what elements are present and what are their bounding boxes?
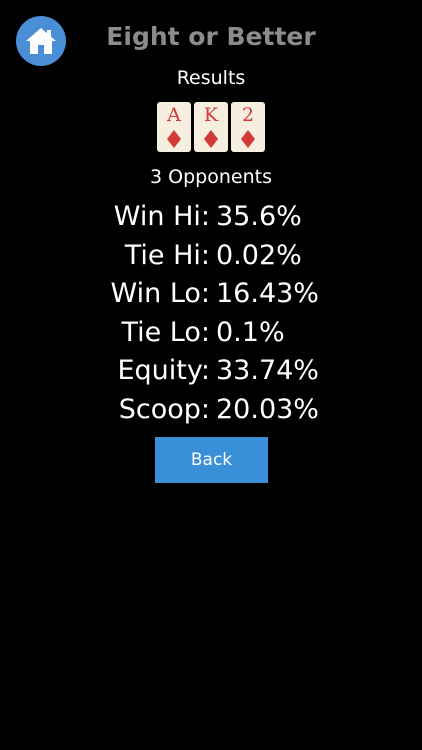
stat-row-win-lo: Win Lo: 16.43%	[0, 275, 422, 314]
stat-label: Win Lo:	[110, 278, 210, 310]
app-title: Eight or Better	[106, 22, 316, 51]
playing-card: A	[157, 102, 191, 152]
results-label: Results	[176, 67, 246, 89]
stat-label: Win Hi:	[113, 201, 210, 232]
diamond-icon	[167, 130, 181, 148]
stat-value: 20.03%	[216, 393, 319, 425]
stat-row-scoop: Scoop: 20.03%	[0, 391, 422, 430]
stat-label: Tie Hi:	[124, 239, 210, 271]
card-rank: K	[203, 104, 219, 126]
stat-label: Tie Lo:	[121, 316, 210, 348]
stats-list: Win Hi: 35.6% Tie Hi: 0.02% Win Lo: 16.4…	[0, 198, 422, 430]
stat-row-win-hi: Win Hi: 35.6%	[0, 198, 422, 237]
stat-row-tie-lo: Tie Lo: 0.1%	[0, 314, 422, 353]
back-button[interactable]: Back	[155, 437, 268, 483]
stat-row-equity: Equity: 33.74%	[0, 352, 422, 391]
diamond-icon	[241, 130, 255, 148]
stat-value: 0.1%	[216, 316, 285, 348]
diamond-icon	[204, 130, 218, 148]
card-rank: A	[167, 104, 181, 126]
stat-value: 33.74%	[216, 355, 319, 387]
hand-cards: A K 2	[0, 102, 422, 152]
card-rank: 2	[241, 104, 255, 126]
stat-label: Equity:	[117, 355, 210, 387]
stat-value: 35.6%	[216, 201, 302, 232]
stat-row-tie-hi: Tie Hi: 0.02%	[0, 237, 422, 276]
playing-card: 2	[231, 102, 265, 152]
stat-value: 0.02%	[216, 239, 302, 271]
playing-card: K	[194, 102, 228, 152]
stat-label: Scoop:	[118, 393, 210, 425]
stat-value: 16.43%	[216, 278, 319, 310]
opponents-count: 3 Opponents	[150, 166, 272, 188]
